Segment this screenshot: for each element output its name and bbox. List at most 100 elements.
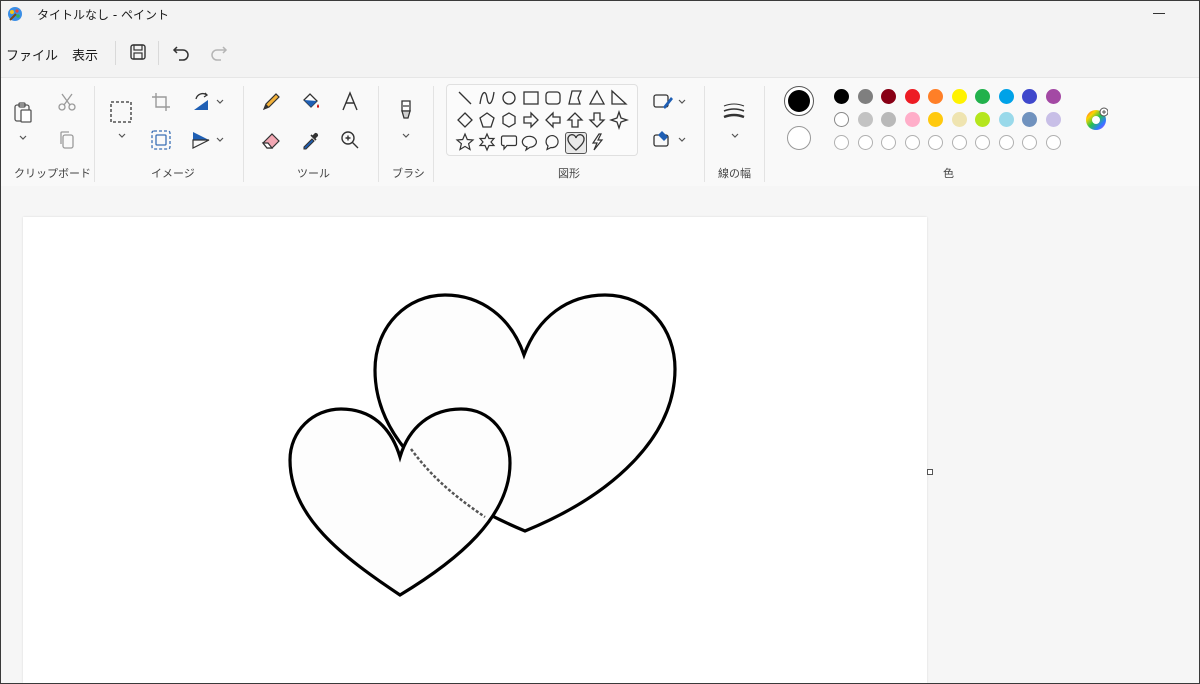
paint-app-icon — [8, 7, 22, 21]
color-swatch[interactable] — [904, 112, 920, 127]
fill-shape-chevron-icon[interactable] — [678, 137, 686, 143]
outline-icon[interactable] — [651, 90, 675, 114]
fill-icon[interactable] — [299, 90, 323, 114]
oval-callout-shape-icon[interactable] — [521, 132, 541, 152]
custom-color-slot[interactable] — [834, 135, 849, 150]
custom-color-slot[interactable] — [1022, 135, 1037, 150]
paste-icon[interactable] — [11, 100, 35, 124]
custom-color-slot[interactable] — [928, 135, 943, 150]
text-icon[interactable] — [338, 90, 362, 114]
menu-separator — [115, 41, 116, 65]
group-separator — [764, 86, 765, 182]
up-arrow-shape-icon[interactable] — [565, 110, 585, 130]
color-swatch[interactable] — [998, 89, 1014, 104]
color-swatch[interactable] — [1022, 112, 1037, 127]
color-swatch[interactable] — [834, 89, 849, 104]
rotate-chevron-icon[interactable] — [216, 99, 224, 105]
six-point-star-shape-icon[interactable] — [477, 132, 497, 152]
custom-color-slot[interactable] — [857, 135, 873, 150]
group-separator — [704, 86, 705, 182]
color-swatch[interactable] — [975, 112, 990, 127]
cut-icon — [58, 93, 76, 111]
custom-color-slot[interactable] — [951, 135, 967, 150]
four-point-star-shape-icon[interactable] — [609, 110, 629, 130]
line-shape-icon[interactable] — [455, 88, 475, 108]
stroke-width-chevron-icon[interactable] — [731, 133, 739, 139]
copy-icon — [60, 131, 74, 149]
eraser-icon[interactable] — [259, 128, 283, 152]
pentagon-shape-icon[interactable] — [477, 110, 497, 130]
secondary-color-button[interactable] — [787, 126, 811, 150]
diamond-shape-icon[interactable] — [455, 110, 475, 130]
stroke-width-icon[interactable] — [722, 100, 746, 124]
curve-shape-icon[interactable] — [477, 88, 497, 108]
rounded-rectangle-shape-icon[interactable] — [543, 88, 563, 108]
color-swatch[interactable] — [857, 112, 873, 127]
fill-shape-icon[interactable] — [651, 128, 675, 152]
lightning-shape-icon[interactable] — [587, 132, 607, 152]
five-point-star-shape-icon[interactable] — [455, 132, 475, 152]
paste-chevron-icon[interactable] — [19, 135, 27, 141]
down-arrow-shape-icon[interactable] — [587, 110, 607, 130]
select-icon[interactable] — [109, 100, 133, 124]
oval-shape-icon[interactable] — [499, 88, 519, 108]
custom-color-slot[interactable] — [998, 135, 1014, 150]
file-menu[interactable]: ファイル — [6, 45, 58, 64]
image-group-label: イメージ — [151, 167, 195, 180]
flip-icon[interactable] — [189, 128, 213, 152]
color-swatch[interactable] — [928, 112, 943, 127]
minimize-button[interactable] — [1153, 13, 1165, 14]
hexagon-shape-icon[interactable] — [499, 110, 519, 130]
undo-icon[interactable] — [170, 41, 192, 63]
color-swatch[interactable] — [881, 112, 896, 127]
rotate-icon[interactable] — [189, 90, 213, 114]
select-chevron-icon[interactable] — [118, 133, 126, 139]
resize-icon[interactable] — [149, 128, 173, 152]
color-swatch[interactable] — [1045, 112, 1061, 127]
custom-color-slot[interactable] — [975, 135, 990, 150]
primary-color-button[interactable] — [784, 86, 814, 116]
color-picker-icon[interactable] — [299, 128, 323, 152]
color-swatch[interactable] — [928, 89, 943, 104]
color-swatch[interactable] — [834, 112, 849, 127]
polygon-shape-icon[interactable] — [565, 88, 585, 108]
color-swatch[interactable] — [998, 112, 1014, 127]
rounded-callout-shape-icon[interactable] — [499, 132, 519, 152]
color-swatch[interactable] — [904, 89, 920, 104]
heart-shape-icon[interactable] — [565, 132, 587, 154]
drawing-canvas[interactable] — [23, 217, 927, 683]
magnifier-icon[interactable] — [338, 128, 362, 152]
save-icon[interactable] — [127, 41, 149, 63]
color-swatch[interactable] — [1045, 89, 1061, 104]
view-menu[interactable]: 表示 — [72, 45, 98, 64]
shapes-group-label: 図形 — [558, 167, 580, 180]
right-triangle-shape-icon[interactable] — [609, 88, 629, 108]
color-swatch[interactable] — [857, 89, 873, 104]
right-arrow-shape-icon[interactable] — [521, 110, 541, 130]
triangle-shape-icon[interactable] — [587, 88, 607, 108]
cloud-callout-shape-icon[interactable] — [543, 132, 563, 152]
redo-icon[interactable] — [208, 41, 230, 63]
color-swatch[interactable] — [951, 112, 967, 127]
left-arrow-shape-icon[interactable] — [543, 110, 563, 130]
custom-color-slot[interactable] — [904, 135, 920, 150]
brush-chevron-icon[interactable] — [402, 133, 410, 139]
color-swatch[interactable] — [1022, 89, 1037, 104]
custom-color-slot[interactable] — [881, 135, 896, 150]
flip-chevron-icon[interactable] — [216, 137, 224, 143]
color-swatch[interactable] — [975, 89, 990, 104]
pencil-icon[interactable] — [259, 90, 283, 114]
shapes-gallery — [446, 84, 638, 156]
brush-icon[interactable] — [394, 98, 418, 122]
outline-chevron-icon[interactable] — [678, 99, 686, 105]
color-swatch[interactable] — [951, 89, 967, 104]
edit-colors-icon[interactable] — [1084, 107, 1108, 131]
color-swatch[interactable] — [881, 89, 896, 104]
title-bar: タイトルなし - ペイント — [1, 1, 1199, 27]
group-separator — [94, 86, 95, 182]
canvas-resize-handle[interactable] — [927, 469, 933, 475]
rectangle-shape-icon[interactable] — [521, 88, 541, 108]
tools-group-label: ツール — [297, 167, 330, 180]
custom-color-slot[interactable] — [1045, 135, 1061, 150]
primary-color-swatch — [788, 90, 810, 112]
